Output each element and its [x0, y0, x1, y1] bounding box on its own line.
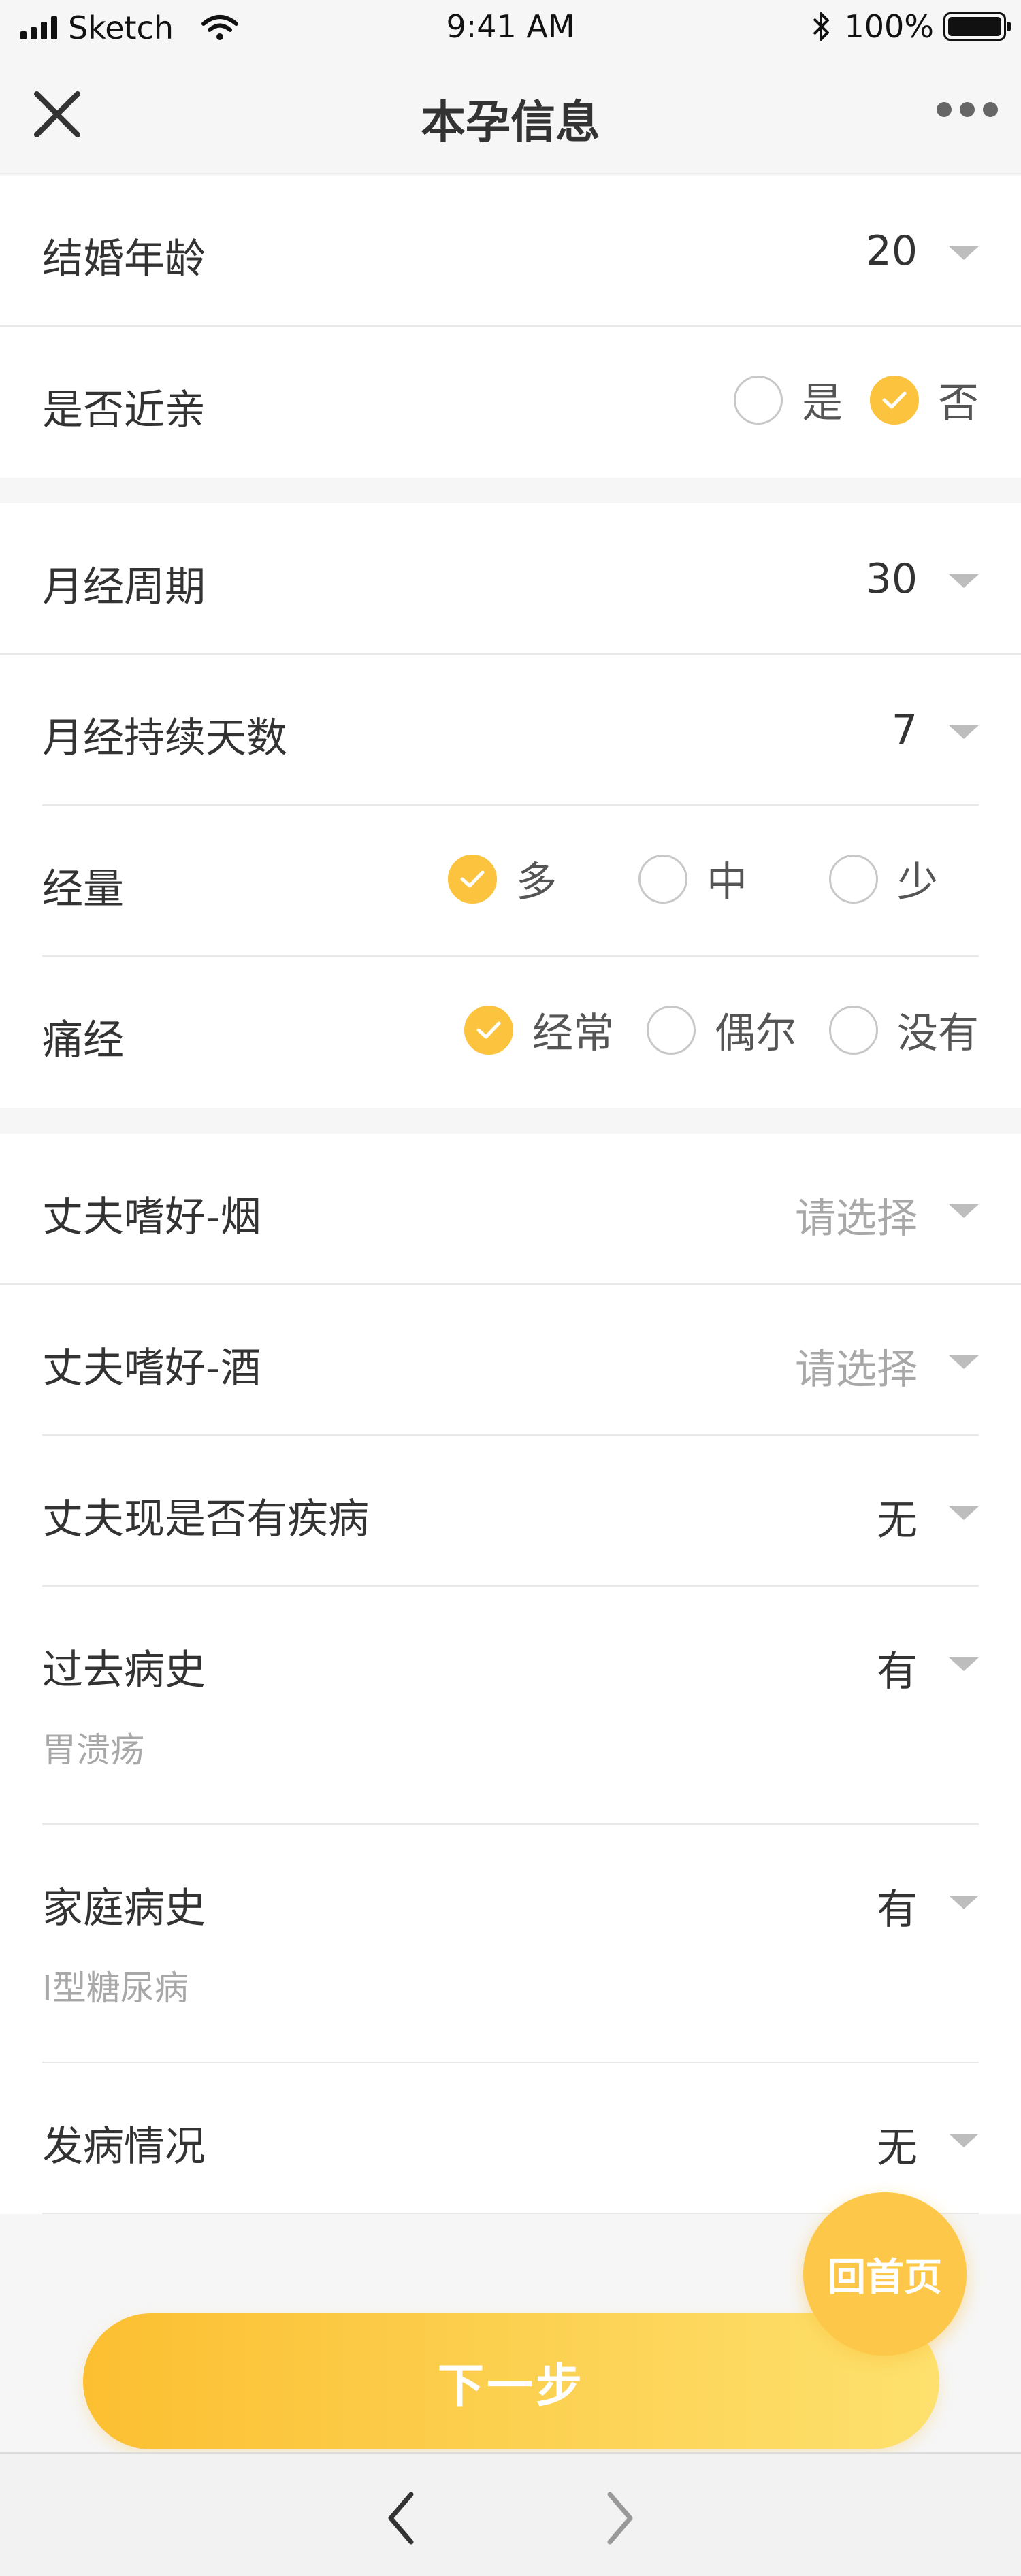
dysmenorrhea-radio-group: 经常 偶尔 没有 — [437, 1000, 979, 1059]
dropdown-arrow-icon[interactable] — [949, 1657, 979, 1671]
volume-radio-group: 多 中 少 — [421, 849, 979, 908]
radio-dysmenorrhea-sometimes[interactable]: 偶尔 — [647, 1000, 796, 1059]
radio-circle-icon[interactable] — [638, 854, 687, 904]
duration-value: 7 — [891, 706, 918, 754]
dropdown-arrow-icon[interactable] — [949, 1896, 979, 1909]
page-title: 本孕信息 — [421, 96, 600, 148]
radio-circle-icon[interactable] — [829, 1005, 878, 1055]
row-past-history[interactable]: 过去病史 有 胃溃疡 — [42, 1587, 979, 1825]
past-history-value: 有 — [877, 1648, 918, 1696]
radio-label: 经常 — [532, 1010, 614, 1057]
dysmenorrhea-label: 痛经 — [42, 1017, 124, 1064]
duration-label: 月经持续天数 — [42, 714, 287, 762]
onset-label: 发病情况 — [42, 2123, 206, 2170]
past-history-detail: 胃溃疡 — [42, 1730, 144, 1770]
row-cycle[interactable]: 月经周期 30 — [0, 503, 1021, 655]
marriage-age-label: 结婚年龄 — [42, 235, 206, 283]
dropdown-arrow-icon[interactable] — [949, 574, 979, 588]
onset-value: 无 — [877, 2124, 918, 2172]
radio-label: 少 — [897, 859, 938, 906]
radio-checked-icon[interactable] — [464, 1005, 513, 1055]
status-bar: Sketch 9:41 AM 100% — [0, 0, 1021, 54]
radio-checked-icon[interactable] — [448, 854, 497, 904]
dropdown-arrow-icon[interactable] — [949, 1355, 979, 1369]
row-husband-drink[interactable]: 丈夫嗜好-酒 请选择 — [42, 1285, 979, 1436]
row-volume: 经量 多 中 少 — [42, 806, 979, 957]
husband-drink-placeholder: 请选择 — [795, 1346, 918, 1393]
row-husband-smoke[interactable]: 丈夫嗜好-烟 请选择 — [0, 1134, 1021, 1285]
husband-disease-value: 无 — [877, 1497, 918, 1545]
dropdown-arrow-icon[interactable] — [949, 2134, 979, 2147]
marriage-age-value: 20 — [865, 227, 918, 275]
radio-circle-icon[interactable] — [734, 375, 783, 425]
family-history-detail: I型糖尿病 — [42, 1968, 189, 2008]
battery-icon — [943, 12, 1011, 41]
dropdown-arrow-icon[interactable] — [949, 1204, 979, 1218]
volume-label: 经量 — [42, 865, 124, 913]
radio-consanguinity-no[interactable]: 否 — [870, 370, 979, 429]
radio-label: 偶尔 — [715, 1010, 796, 1057]
row-dysmenorrhea: 痛经 经常 偶尔 没有 — [42, 957, 979, 1108]
section-menstruation: 月经周期 30 月经持续天数 7 经量 多 中 少 痛经 经常 偶尔 没有 — [0, 503, 1021, 1108]
husband-smoke-label: 丈夫嗜好-烟 — [42, 1193, 261, 1241]
home-button[interactable]: 回首页 — [803, 2192, 967, 2356]
row-duration[interactable]: 月经持续天数 7 — [42, 655, 979, 806]
family-history-label: 家庭病史 — [42, 1885, 206, 1932]
radio-label: 多 — [516, 859, 557, 906]
radio-dysmenorrhea-often[interactable]: 经常 — [464, 1000, 614, 1059]
back-arrow-icon[interactable] — [381, 2488, 422, 2549]
browser-toolbar — [0, 2452, 1021, 2576]
next-step-button[interactable]: 下一步 — [83, 2313, 939, 2449]
more-icon[interactable] — [937, 102, 998, 117]
section-marriage: 结婚年龄 20 是否近亲 是 否 — [0, 176, 1021, 478]
row-husband-disease[interactable]: 丈夫现是否有疾病 无 — [42, 1436, 979, 1587]
radio-circle-icon[interactable] — [829, 854, 878, 904]
cycle-value: 30 — [865, 555, 918, 603]
radio-label: 是 — [802, 380, 843, 427]
radio-circle-icon[interactable] — [647, 1005, 696, 1055]
husband-drink-label: 丈夫嗜好-酒 — [42, 1344, 261, 1392]
row-marriage-age[interactable]: 结婚年龄 20 — [0, 176, 1021, 327]
family-history-value: 有 — [877, 1886, 918, 1934]
radio-label: 中 — [707, 859, 747, 906]
row-consanguinity: 是否近亲 是 否 — [0, 327, 1021, 478]
radio-label: 没有 — [897, 1010, 979, 1057]
row-family-history[interactable]: 家庭病史 有 I型糖尿病 — [42, 1825, 979, 2063]
past-history-label: 过去病史 — [42, 1647, 206, 1694]
radio-volume-medium[interactable]: 中 — [638, 849, 747, 908]
bluetooth-icon — [813, 12, 830, 41]
radio-checked-icon[interactable] — [870, 375, 919, 425]
status-right: 100% — [811, 8, 1011, 45]
husband-disease-label: 丈夫现是否有疾病 — [42, 1496, 369, 1543]
battery-percent: 100% — [844, 8, 934, 45]
nav-bar: 本孕信息 — [0, 54, 1021, 174]
radio-label: 否 — [938, 380, 979, 427]
radio-volume-light[interactable]: 少 — [829, 849, 938, 908]
cycle-label: 月经周期 — [42, 563, 206, 611]
dropdown-arrow-icon[interactable] — [949, 246, 979, 260]
row-onset[interactable]: 发病情况 无 — [42, 2063, 979, 2214]
forward-arrow-icon[interactable] — [599, 2488, 640, 2549]
section-family: 丈夫嗜好-烟 请选择 丈夫嗜好-酒 请选择 丈夫现是否有疾病 无 过去病史 有 … — [0, 1134, 1021, 2214]
consanguinity-radio-group: 是 否 — [707, 370, 979, 429]
radio-consanguinity-yes[interactable]: 是 — [734, 370, 843, 429]
radio-volume-heavy[interactable]: 多 — [448, 849, 557, 908]
dropdown-arrow-icon[interactable] — [949, 1506, 979, 1520]
consanguinity-label: 是否近亲 — [42, 386, 206, 434]
radio-dysmenorrhea-never[interactable]: 没有 — [829, 1000, 979, 1059]
husband-smoke-placeholder: 请选择 — [795, 1195, 918, 1242]
dropdown-arrow-icon[interactable] — [949, 725, 979, 739]
form-content: 结婚年龄 20 是否近亲 是 否 月经周期 30 月经持续天数 7 经量 多 中… — [0, 176, 1021, 2214]
